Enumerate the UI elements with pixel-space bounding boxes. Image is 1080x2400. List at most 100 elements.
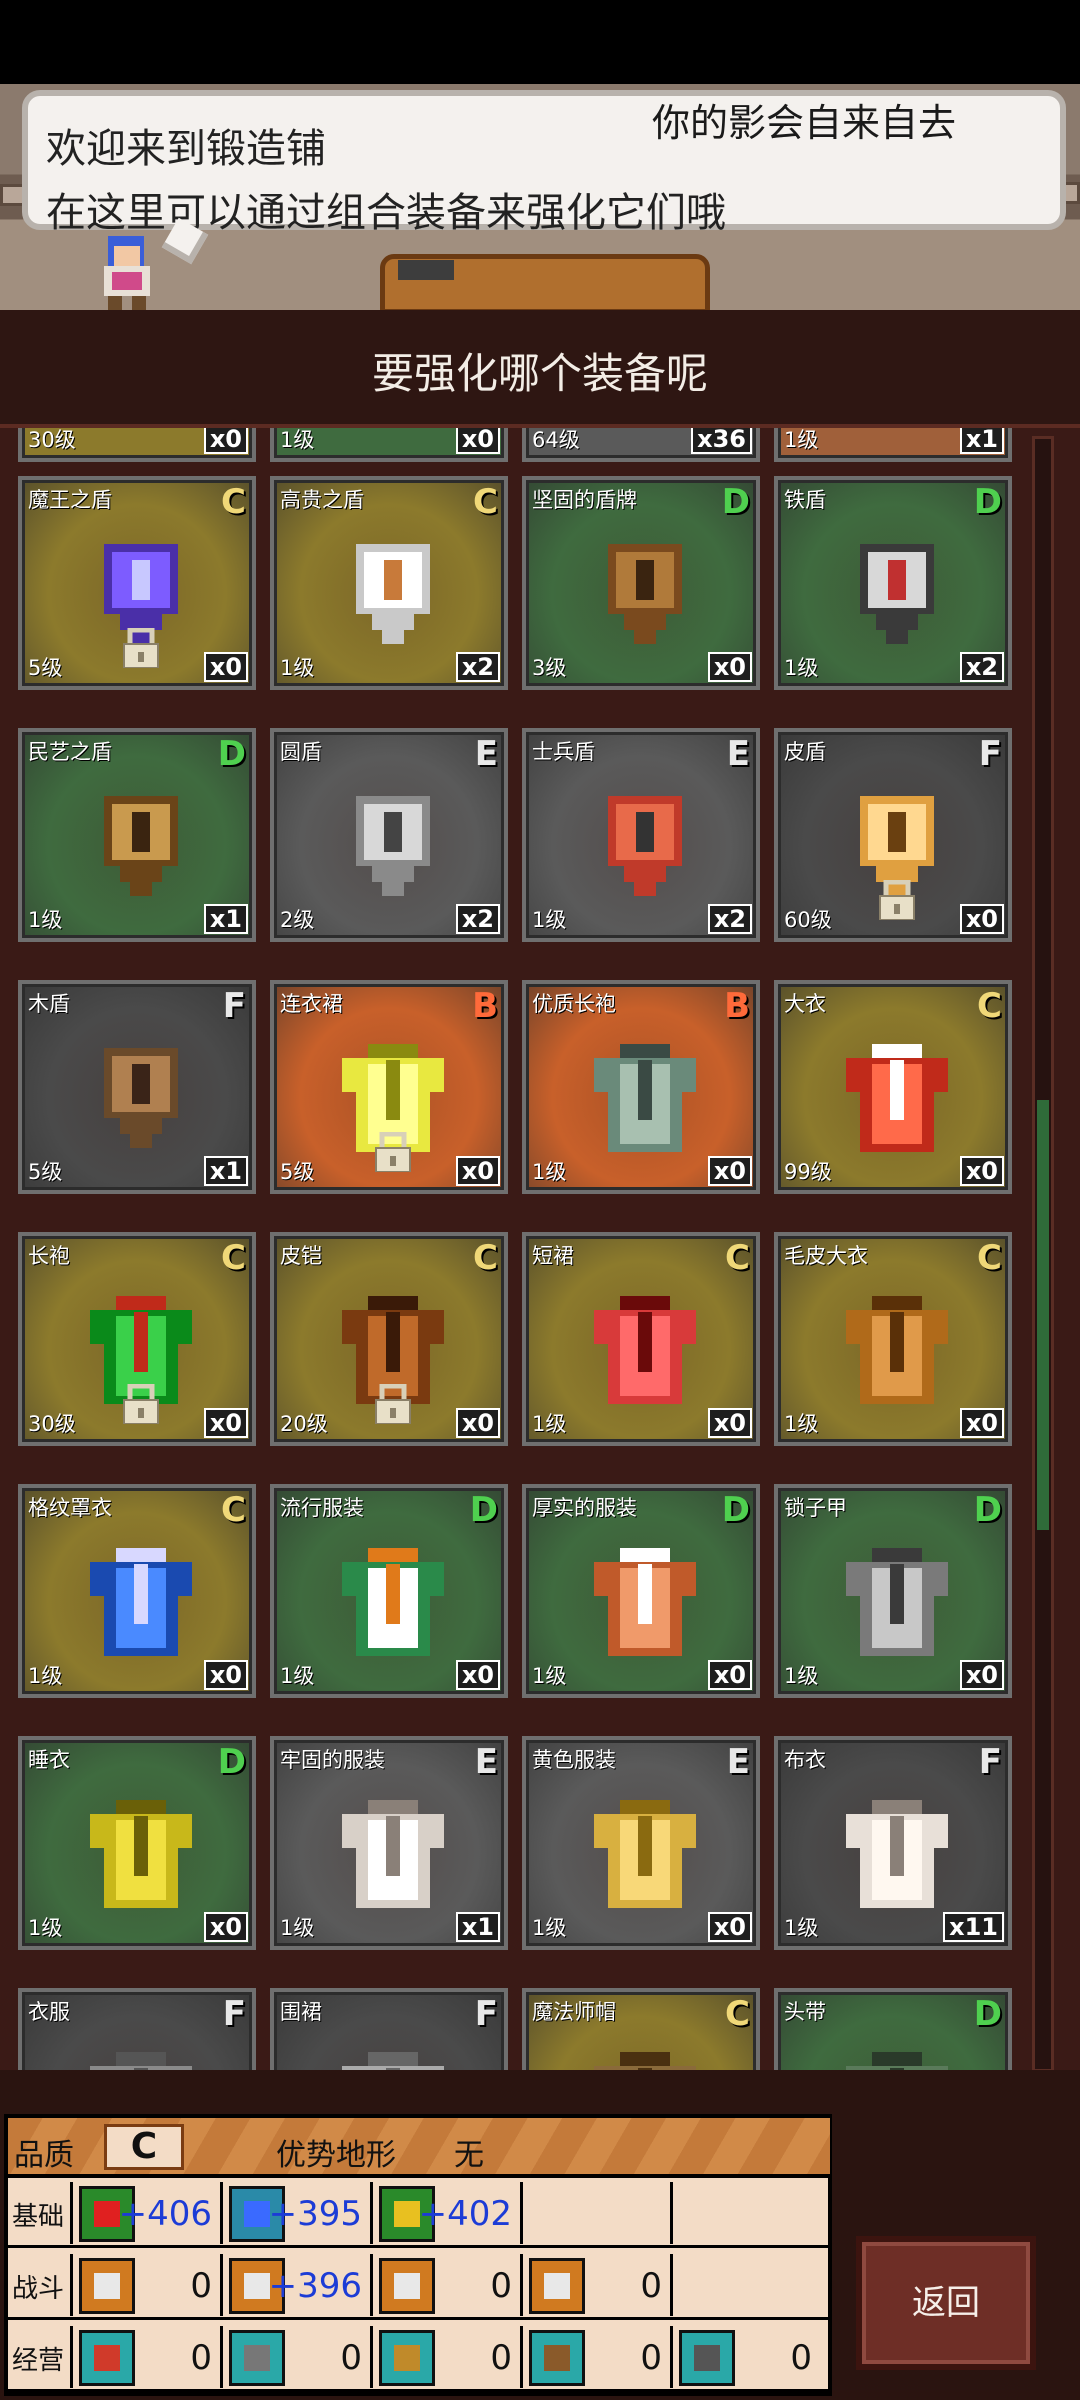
armor-item-icon	[90, 1800, 192, 1908]
card-level: 1级	[532, 1916, 567, 1940]
equipment-card[interactable]: 黄色服装 E 1级 x0	[522, 1736, 760, 1950]
grid-scrollbar-thumb[interactable]	[1037, 1100, 1049, 1530]
card-grade: D	[973, 1490, 1002, 1530]
card-grade: F	[978, 1742, 1002, 1782]
stat-cell: 0	[70, 2326, 220, 2388]
equipment-card[interactable]: 魔王之盾 C 5级 x0	[18, 476, 256, 690]
equipment-card[interactable]: 衣服 F	[18, 1988, 256, 2070]
card-level: 1级	[28, 1664, 63, 1688]
stat-value: +402	[418, 2194, 512, 2234]
equipment-grid-viewport[interactable]: 30级 x0 1级 x0 64级 x36 1级 x1 魔王之盾 C 5级 x0 高贵之盾 C	[18, 428, 1018, 2070]
equipment-card[interactable]: 厚实的服装 D 1级 x0	[522, 1484, 760, 1698]
card-name: 睡衣	[28, 1748, 70, 1772]
equipment-card[interactable]: 长袍 C 30级 x0	[18, 1232, 256, 1446]
anvil-icon	[398, 260, 454, 280]
dialog-faded-text: 你的影会自来自去	[652, 101, 957, 145]
equipment-card[interactable]: 高贵之盾 C 1级 x2	[270, 476, 508, 690]
stat-cell	[670, 2254, 820, 2316]
lock-icon	[123, 1384, 159, 1424]
equipment-card[interactable]: 布衣 F 1级 x11	[774, 1736, 1012, 1950]
stat-cell	[670, 2182, 820, 2244]
equipment-card[interactable]: 士兵盾 E 1级 x2	[522, 728, 760, 942]
star-icon	[529, 2258, 585, 2314]
equipment-card-partial[interactable]: 64级 x36	[522, 428, 760, 462]
card-grade: C	[473, 482, 498, 522]
equipment-card-partial[interactable]: 30级 x0	[18, 428, 256, 462]
card-grade: C	[977, 986, 1002, 1026]
stat-row: 战斗 0 +396 0 0	[8, 2250, 830, 2320]
card-count: x0	[959, 1156, 1004, 1186]
armor-item-icon	[594, 1044, 696, 1152]
card-count: x1	[203, 1156, 248, 1186]
card-level: 1级	[784, 656, 819, 680]
equipment-card[interactable]: 连衣裙 B 5级 x0	[270, 980, 508, 1194]
equipment-card[interactable]: 民艺之盾 D 1级 x1	[18, 728, 256, 942]
swap-arrows-icon	[379, 2258, 435, 2314]
equipment-card[interactable]: 优质长袍 B 1级 x0	[522, 980, 760, 1194]
back-button[interactable]: 返回	[856, 2236, 1036, 2370]
card-level: 1级	[280, 1664, 315, 1688]
equipment-card[interactable]: 锁子甲 D 1级 x0	[774, 1484, 1012, 1698]
stat-row-label: 战斗	[12, 2274, 65, 2304]
stat-cell: 0	[520, 2326, 670, 2388]
card-count: x36	[691, 428, 752, 454]
equipment-card[interactable]: 短裙 C 1级 x0	[522, 1232, 760, 1446]
page-title: 要强化哪个装备呢	[371, 349, 708, 398]
card-name: 锁子甲	[784, 1496, 847, 1520]
quality-row: 品质 C 优势地形 无	[8, 2118, 830, 2178]
card-name: 布衣	[784, 1748, 826, 1772]
card-count: x0	[707, 1156, 752, 1186]
equipment-card-partial[interactable]: 1级 x0	[270, 428, 508, 462]
card-level: 1级	[532, 1160, 567, 1184]
card-count: x0	[455, 428, 500, 454]
card-grade: D	[217, 734, 246, 774]
card-count: x2	[707, 904, 752, 934]
stat-cell	[520, 2182, 670, 2244]
card-name: 连衣裙	[280, 992, 343, 1016]
equipment-card[interactable]: 头带 D	[774, 1988, 1012, 2070]
stat-row-label: 基础	[12, 2202, 65, 2232]
stat-cell: 0	[670, 2326, 820, 2388]
equipment-card[interactable]: 圆盾 E 2级 x2	[270, 728, 508, 942]
equipment-card[interactable]: 睡衣 D 1级 x0	[18, 1736, 256, 1950]
book-icon	[79, 2330, 135, 2386]
stat-cell: +406	[70, 2182, 220, 2244]
chest-icon	[529, 2330, 585, 2386]
equipment-card[interactable]: 牢固的服装 E 1级 x1	[270, 1736, 508, 1950]
equipment-card[interactable]: 皮盾 F 60级 x0	[774, 728, 1012, 942]
equipment-card[interactable]: 铁盾 D 1级 x2	[774, 476, 1012, 690]
equipment-card[interactable]: 大衣 C 99级 x0	[774, 980, 1012, 1194]
equipment-card-partial[interactable]: 1级 x1	[774, 428, 1012, 462]
card-level: 1级	[784, 1916, 819, 1940]
card-count: x0	[203, 1912, 248, 1942]
card-level: 1级	[280, 428, 315, 452]
card-name: 长袍	[28, 1244, 70, 1268]
equipment-card[interactable]: 坚固的盾牌 D 3级 x0	[522, 476, 760, 690]
stat-value: 0	[190, 2266, 212, 2306]
card-count: x0	[455, 1408, 500, 1438]
card-grade: E	[474, 1742, 498, 1782]
card-count: x2	[959, 652, 1004, 682]
equipment-card[interactable]: 木盾 F 5级 x1	[18, 980, 256, 1194]
dialog-bubble[interactable]: 你的影会自来自去 欢迎来到锻造铺 在这里可以通过组合装备来强化它们哦	[22, 90, 1066, 265]
card-name: 优质长袍	[532, 992, 616, 1016]
card-grade: B	[724, 986, 750, 1026]
stat-row-label: 经营	[12, 2346, 65, 2376]
card-count: x0	[959, 1408, 1004, 1438]
equipment-card[interactable]: 围裙 F	[270, 1988, 508, 2070]
equipment-card[interactable]: 魔法师帽 C	[522, 1988, 760, 2070]
equipment-card[interactable]: 流行服装 D 1级 x0	[270, 1484, 508, 1698]
card-grade: E	[726, 1742, 750, 1782]
card-level: 1级	[532, 1664, 567, 1688]
equipment-card[interactable]: 皮铠 C 20级 x0	[270, 1232, 508, 1446]
stat-cell: 0	[220, 2326, 370, 2388]
card-count: x0	[707, 1408, 752, 1438]
equipment-card[interactable]: 毛皮大衣 C 1级 x0	[774, 1232, 1012, 1446]
hammer-icon	[229, 2330, 285, 2386]
stat-cell: 0	[70, 2254, 220, 2316]
shovel-icon	[379, 2330, 435, 2386]
equipment-card[interactable]: 格纹罩衣 C 1级 x0	[18, 1484, 256, 1698]
card-level: 5级	[280, 1160, 315, 1184]
stat-cell: +402	[370, 2182, 520, 2244]
lock-icon	[879, 880, 915, 920]
